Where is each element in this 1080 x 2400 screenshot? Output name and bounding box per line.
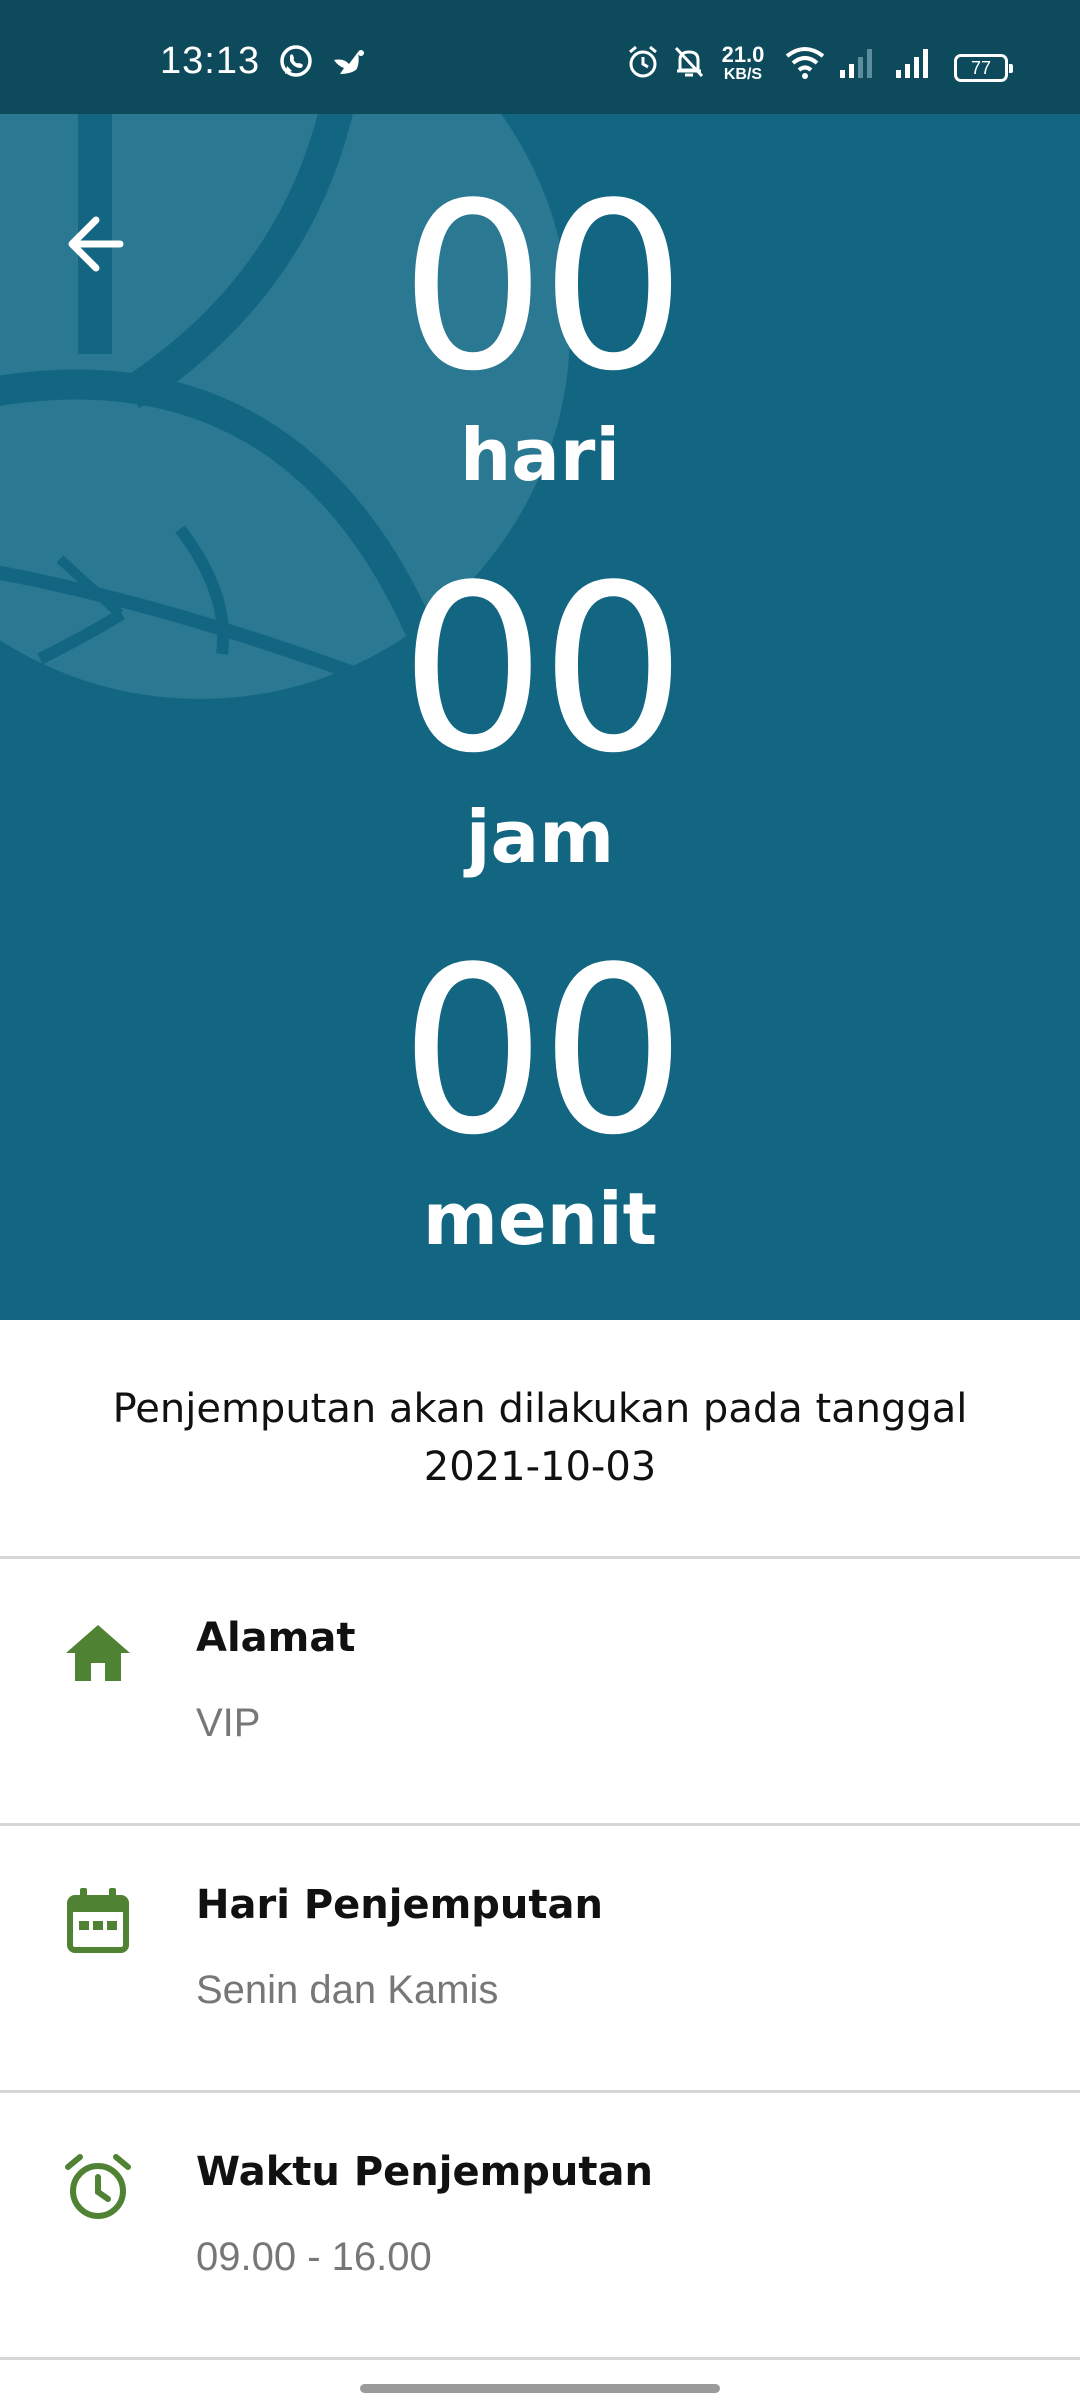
- address-title: Alamat: [196, 1615, 356, 1661]
- home-icon: [66, 1625, 130, 1681]
- pickup-day-row: Hari Penjemputan Senin dan Kamis: [0, 1826, 1080, 2092]
- bird-icon: [334, 50, 364, 74]
- pickup-day-value: Senin dan Kamis: [196, 1968, 499, 2012]
- alarm-clock-icon: [65, 2154, 131, 2219]
- mute-icon: [674, 46, 704, 78]
- battery-icon: 77: [954, 54, 1013, 82]
- minutes-value: 00: [399, 919, 687, 1186]
- days-label: hari: [459, 413, 621, 497]
- signal-icon: [840, 49, 872, 78]
- network-speed: 21.0 KB/S: [718, 44, 768, 83]
- pickup-time-row: Waktu Penjemputan 09.00 - 16.00: [0, 2093, 1080, 2359]
- pickup-notice-text: Penjemputan akan dilakukan pada tanggal: [112, 1386, 968, 1432]
- hours-value: 00: [399, 537, 687, 804]
- pickup-notice: Penjemputan akan dilakukan pada tanggal …: [60, 1380, 1020, 1496]
- home-indicator[interactable]: [360, 2384, 720, 2393]
- days-value: 00: [399, 155, 687, 422]
- pickup-day-title: Hari Penjemputan: [196, 1882, 603, 1928]
- address-value: VIP: [196, 1701, 261, 1745]
- minutes-label: menit: [422, 1177, 658, 1261]
- status-bar: 13:13 21.0 KB/S 77: [0, 0, 1080, 114]
- network-speed-value: 21.0: [721, 42, 765, 67]
- status-time: 13:13: [160, 40, 261, 82]
- pickup-date: 2021-10-03: [423, 1444, 657, 1490]
- signal-icon: [896, 49, 928, 78]
- countdown-header: 00 hari 00 jam 00 menit: [0, 114, 1080, 1320]
- calendar-icon: [67, 1888, 129, 1953]
- address-row: Alamat VIP: [0, 1559, 1080, 1825]
- divider: [0, 2357, 1080, 2360]
- pickup-time-title: Waktu Penjemputan: [196, 2149, 653, 2195]
- pickup-time-value: 09.00 - 16.00: [196, 2235, 432, 2279]
- wifi-icon: [785, 47, 825, 79]
- network-speed-unit: KB/S: [723, 66, 763, 83]
- whatsapp-icon: [280, 45, 312, 77]
- alarm-icon: [629, 45, 657, 78]
- hours-label: jam: [465, 795, 615, 879]
